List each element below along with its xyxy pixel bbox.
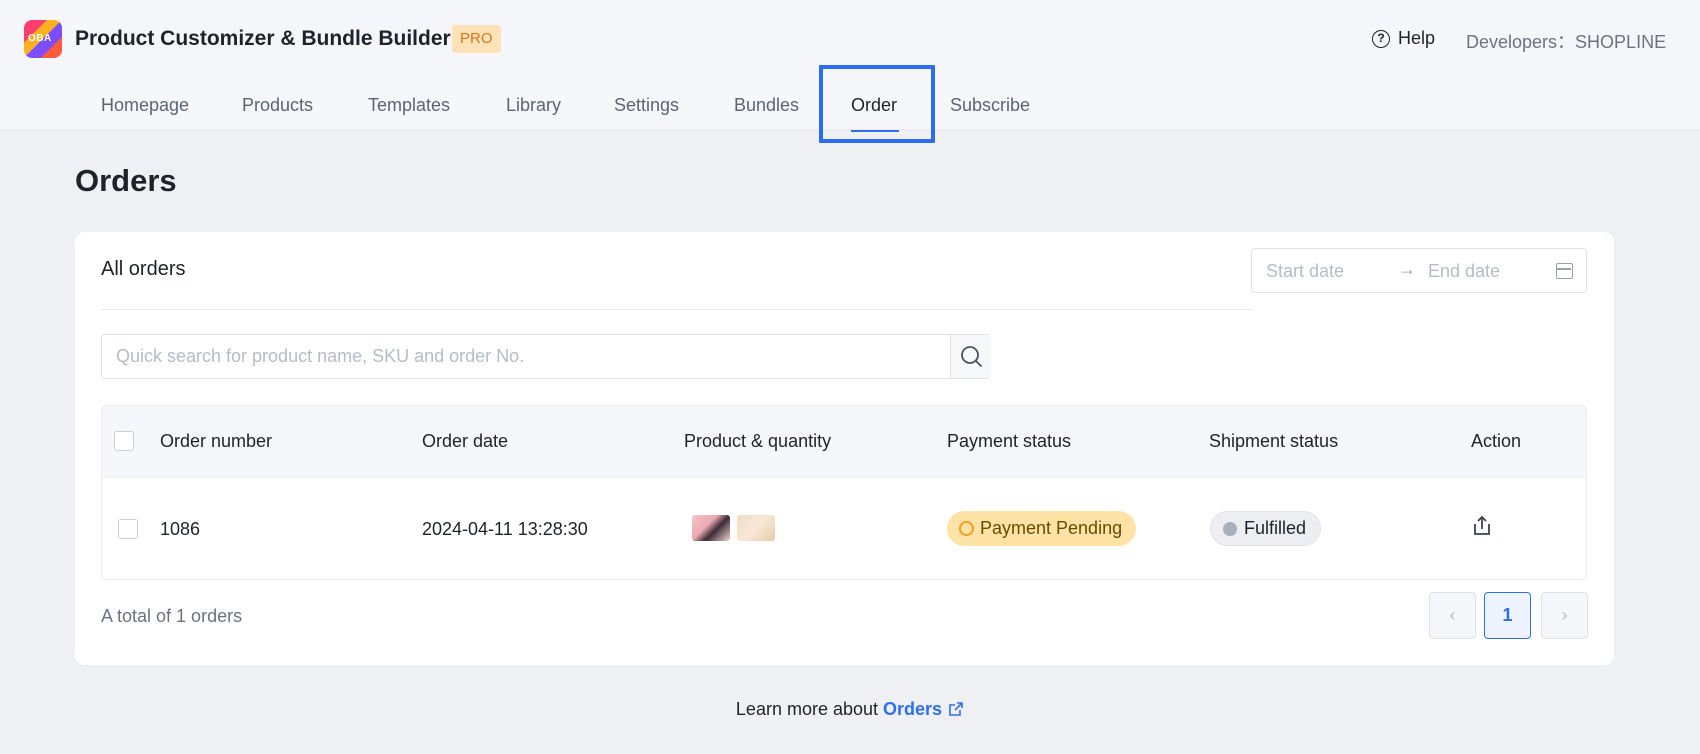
tab-bundles[interactable]: Bundles — [734, 95, 799, 116]
page-title: Orders — [75, 163, 177, 198]
logo-text: OBA — [28, 33, 52, 44]
end-date-field[interactable]: End date — [1428, 261, 1500, 282]
search-button[interactable] — [950, 335, 991, 378]
learn-more-prefix: Learn more about — [735, 699, 879, 719]
tab-settings[interactable]: Settings — [614, 95, 679, 116]
app-title: Product Customizer & Bundle Builder — [75, 27, 451, 50]
payment-status-label: Payment Pending — [980, 518, 1123, 538]
orders-docs-link[interactable]: Orders — [883, 699, 964, 719]
col-payment-status: Payment status — [947, 431, 1072, 451]
col-order-date: Order date — [422, 431, 509, 451]
col-product-quantity: Product & quantity — [684, 431, 832, 451]
next-page-button[interactable]: › — [1541, 592, 1588, 639]
chevron-left-icon: ‹ — [1449, 605, 1456, 625]
shipment-status-badge: Fulfilled — [1210, 511, 1322, 546]
col-shipment-status: Shipment status — [1209, 431, 1339, 451]
prev-page-button[interactable]: ‹ — [1429, 592, 1476, 639]
help-icon: ? — [1372, 29, 1390, 48]
select-all-checkbox[interactable] — [114, 431, 134, 451]
learn-more: Learn more about Orders — [0, 699, 1700, 720]
col-order-number: Order number — [160, 431, 273, 451]
date-range-picker[interactable]: Start date → End date — [1251, 248, 1587, 293]
chevron-right-icon: › — [1561, 605, 1568, 625]
tab-templates[interactable]: Templates — [368, 95, 450, 116]
arrow-right-icon: → — [1398, 259, 1416, 279]
page-1-button[interactable]: 1 — [1484, 592, 1531, 639]
table-header: Order number Order date Product & quanti… — [102, 406, 1586, 478]
export-icon[interactable] — [1470, 514, 1494, 538]
order-date: 2024-04-11 13:28:30 — [422, 519, 588, 539]
status-dot-icon — [1223, 521, 1237, 536]
total-count: A total of 1 orders — [101, 606, 243, 626]
order-number[interactable]: 1086 — [160, 519, 200, 540]
row-checkbox[interactable] — [118, 519, 138, 539]
pending-icon — [959, 521, 974, 536]
developers-label: Developers：SHOPLINE — [1466, 32, 1667, 52]
search-box — [101, 334, 991, 379]
payment-status-badge: Payment Pending — [947, 511, 1137, 546]
divider — [101, 309, 1253, 310]
help-label: Help — [1398, 28, 1436, 48]
start-date-field[interactable]: Start date — [1266, 261, 1344, 282]
calendar-icon[interactable] — [1556, 263, 1573, 279]
external-link-icon — [949, 702, 963, 716]
help-link[interactable]: ? Help — [1372, 28, 1435, 49]
search-icon — [961, 346, 982, 367]
search-input[interactable] — [102, 335, 952, 378]
plan-badge: PRO — [452, 25, 501, 53]
tab-library[interactable]: Library — [506, 95, 561, 116]
product-thumbnail[interactable] — [692, 515, 730, 541]
col-action: Action — [1471, 431, 1522, 451]
product-thumbnail[interactable] — [737, 515, 775, 541]
orders-table: Order number Order date Product & quanti… — [101, 405, 1587, 580]
card-title: All orders — [101, 258, 186, 280]
shipment-status-label: Fulfilled — [1244, 518, 1307, 538]
tab-subscribe[interactable]: Subscribe — [950, 95, 1030, 116]
highlight-box — [819, 65, 935, 143]
tab-products[interactable]: Products — [242, 95, 313, 116]
app-logo: OBA — [24, 20, 62, 58]
tab-homepage[interactable]: Homepage — [101, 95, 189, 116]
orders-link-label: Orders — [883, 699, 943, 719]
